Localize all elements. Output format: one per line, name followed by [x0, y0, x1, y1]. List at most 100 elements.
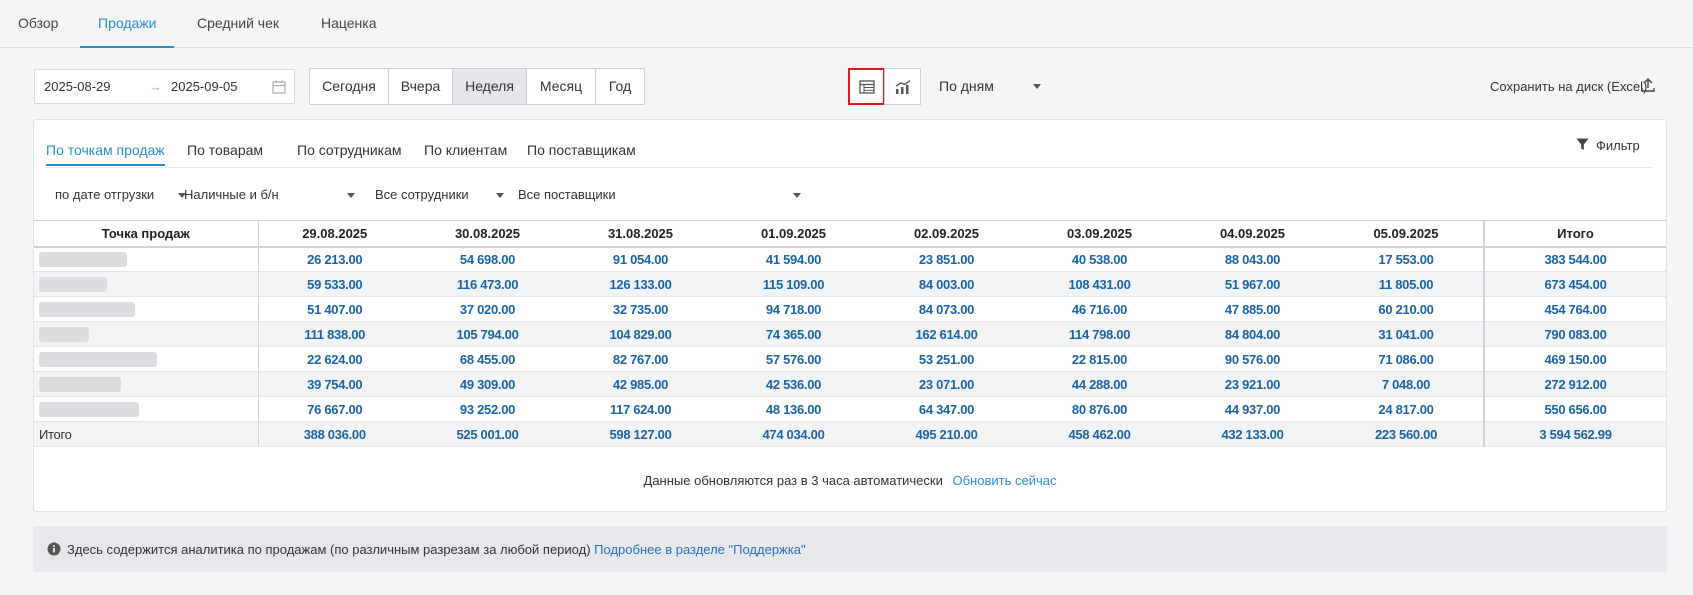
table-total-row: Итого 388 036.00 525 001.00 598 127.00 4… — [34, 421, 1666, 447]
employees-value: Все сотрудники — [375, 187, 469, 202]
support-link[interactable]: Подробнее в разделе "Поддержка" — [594, 542, 805, 557]
employees-select[interactable]: Все сотрудники — [375, 187, 504, 202]
column-header[interactable]: 31.08.2025 — [564, 220, 717, 248]
period-year-button[interactable]: Год — [596, 69, 644, 104]
column-header[interactable]: 30.08.2025 — [411, 220, 564, 248]
table-cell: 71 086.00 — [1329, 346, 1484, 372]
table-row: 22 624.00 68 455.00 82 767.00 57 576.00 … — [34, 346, 1666, 372]
total-cell: 223 560.00 — [1329, 421, 1484, 447]
calendar-icon[interactable] — [271, 79, 287, 95]
tab-by-clients[interactable]: По клиентам — [424, 142, 507, 158]
sale-point-name-redacted — [34, 271, 259, 297]
table-cell: 49 309.00 — [411, 371, 564, 397]
table-cell: 59 533.00 — [258, 271, 411, 297]
column-header[interactable]: 04.09.2025 — [1176, 220, 1329, 248]
table-cell: 91 054.00 — [564, 246, 717, 272]
table-header-row: Точка продаж 29.08.2025 30.08.2025 31.08… — [34, 220, 1666, 248]
info-icon — [47, 542, 61, 556]
table-cell: 22 624.00 — [258, 346, 411, 372]
column-header[interactable]: 03.09.2025 — [1023, 220, 1176, 248]
table-cell: 11 805.00 — [1329, 271, 1484, 297]
tab-markup[interactable]: Наценка — [321, 0, 377, 48]
row-total-cell: 454 764.00 — [1483, 296, 1666, 322]
row-total-cell: 550 656.00 — [1483, 396, 1666, 422]
row-total-cell: 673 454.00 — [1483, 271, 1666, 297]
period-week-button[interactable]: Неделя — [453, 69, 527, 104]
chart-view-icon — [895, 79, 910, 94]
sale-point-name-redacted — [34, 246, 259, 272]
table-cell: 42 536.00 — [717, 371, 870, 397]
suppliers-value: Все поставщики — [518, 187, 616, 202]
table-cell: 47 885.00 — [1176, 296, 1329, 322]
table-cell: 108 431.00 — [1023, 271, 1176, 297]
suppliers-select[interactable]: Все поставщики — [518, 187, 801, 202]
total-cell: 598 127.00 — [564, 421, 717, 447]
table-cell: 39 754.00 — [258, 371, 411, 397]
date-range-picker[interactable]: 2025-08-29 → 2025-09-05 — [34, 69, 295, 104]
total-cell: 388 036.00 — [258, 421, 411, 447]
date-to[interactable]: 2025-09-05 — [171, 79, 238, 94]
period-selector: Сегодня Вчера Неделя Месяц Год — [309, 68, 645, 105]
period-yesterday-button[interactable]: Вчера — [389, 69, 453, 104]
table-cell: 88 043.00 — [1176, 246, 1329, 272]
table-cell: 54 698.00 — [411, 246, 564, 272]
sale-point-name-redacted — [34, 371, 259, 397]
refresh-note-text: Данные обновляются раз в 3 часа автомати… — [643, 473, 943, 488]
grand-total-cell: 3 594 562.99 — [1483, 421, 1666, 447]
table-cell: 40 538.00 — [1023, 246, 1176, 272]
column-header[interactable]: Итого — [1483, 220, 1666, 248]
table-cell: 37 020.00 — [411, 296, 564, 322]
refresh-now-link[interactable]: Обновить сейчас — [953, 473, 1057, 488]
tab-by-employees[interactable]: По сотрудникам — [297, 142, 402, 158]
table-cell: 17 553.00 — [1329, 246, 1484, 272]
tab-by-suppliers[interactable]: По поставщикам — [527, 142, 636, 158]
payment-type-select[interactable]: Наличные и б/н — [184, 187, 355, 202]
refresh-note: Данные обновляются раз в 3 часа автомати… — [34, 473, 1666, 488]
table-cell: 117 624.00 — [564, 396, 717, 422]
period-month-button[interactable]: Месяц — [527, 69, 596, 104]
table-cell: 94 718.00 — [717, 296, 870, 322]
filter-button[interactable]: Фильтр — [1576, 138, 1640, 153]
total-cell: 525 001.00 — [411, 421, 564, 447]
table-cell: 57 576.00 — [717, 346, 870, 372]
export-label: Сохранить на диск (Excel) — [1490, 79, 1648, 94]
table-cell: 22 815.00 — [1023, 346, 1176, 372]
top-nav: Обзор Продажи Средний чек Наценка — [0, 0, 1693, 48]
table-cell: 84 073.00 — [870, 296, 1023, 322]
sale-point-name-redacted — [34, 396, 259, 422]
table-view-button[interactable] — [848, 68, 885, 105]
upload-icon — [1641, 78, 1655, 92]
arrow-right-icon: → — [149, 79, 162, 94]
date-type-select[interactable]: по дате отгрузки — [55, 187, 186, 202]
row-total-cell: 383 544.00 — [1483, 246, 1666, 272]
period-today-button[interactable]: Сегодня — [310, 69, 389, 104]
report-tabs: По точкам продаж По товарам По сотрудник… — [46, 120, 1652, 168]
table-row: 76 667.00 93 252.00 117 624.00 48 136.00… — [34, 396, 1666, 422]
column-header[interactable]: Точка продаж — [34, 220, 259, 248]
date-from[interactable]: 2025-08-29 — [44, 79, 111, 94]
column-header[interactable]: 29.08.2025 — [258, 220, 411, 248]
table-row: 51 407.00 37 020.00 32 735.00 94 718.00 … — [34, 296, 1666, 322]
grouping-select[interactable]: По дням — [939, 78, 1041, 94]
tab-by-sale-points[interactable]: По точкам продаж — [46, 142, 165, 166]
tab-average-check[interactable]: Средний чек — [197, 0, 279, 48]
info-bar: Здесь содержится аналитика по продажам (… — [33, 526, 1667, 572]
table-row: 111 838.00 105 794.00 104 829.00 74 365.… — [34, 321, 1666, 347]
column-header[interactable]: 05.09.2025 — [1329, 220, 1484, 248]
column-header[interactable]: 01.09.2025 — [717, 220, 870, 248]
row-total-cell: 469 150.00 — [1483, 346, 1666, 372]
table-cell: 23 851.00 — [870, 246, 1023, 272]
tab-overview[interactable]: Обзор — [18, 0, 58, 48]
tab-sales[interactable]: Продажи — [80, 0, 175, 48]
chart-view-button[interactable] — [884, 68, 921, 105]
chevron-down-icon — [793, 193, 801, 198]
table-cell: 26 213.00 — [258, 246, 411, 272]
total-cell: 458 462.00 — [1023, 421, 1176, 447]
tab-by-products[interactable]: По товарам — [187, 142, 263, 158]
export-excel-button[interactable]: Сохранить на диск (Excel) — [1490, 78, 1655, 94]
chevron-down-icon — [347, 193, 355, 198]
column-header[interactable]: 02.09.2025 — [870, 220, 1023, 248]
table-cell: 90 576.00 — [1176, 346, 1329, 372]
sale-point-name-redacted — [34, 321, 259, 347]
date-type-value: по дате отгрузки — [55, 187, 155, 202]
